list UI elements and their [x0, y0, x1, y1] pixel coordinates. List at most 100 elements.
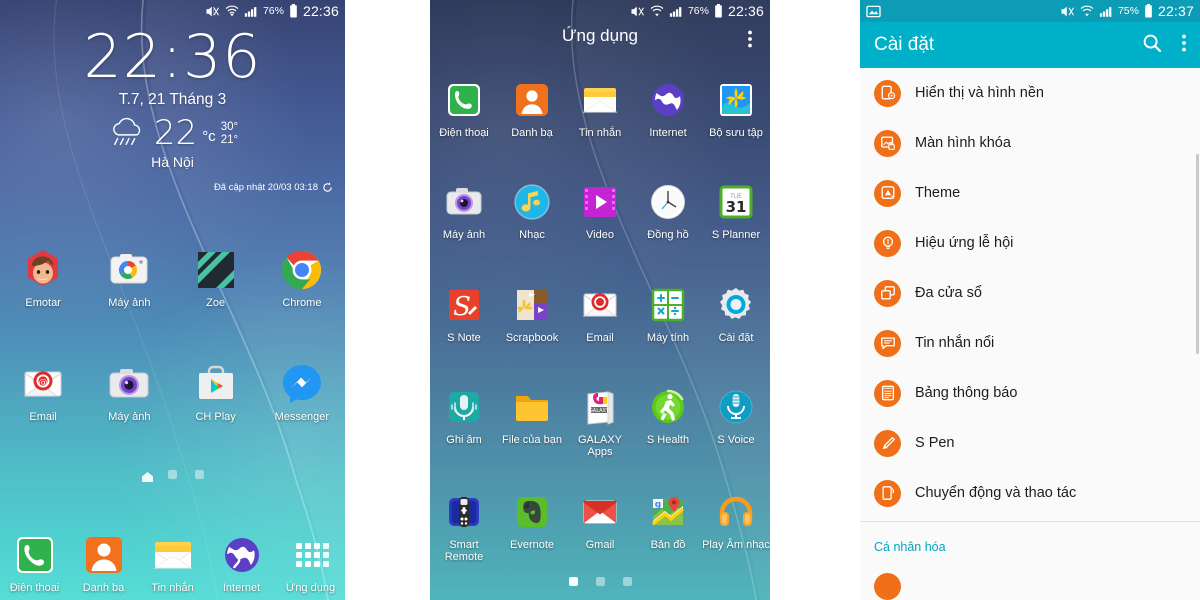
zoe-icon	[194, 248, 238, 292]
dock-app-contacts[interactable]: Danh bạ	[69, 533, 138, 594]
drawer-app-music[interactable]: Nhạc	[498, 180, 566, 241]
page-dot-active[interactable]	[568, 577, 578, 586]
drawer-app-maps[interactable]: g Bản đồ	[634, 490, 702, 563]
drawer-app-gmail[interactable]: Gmail	[566, 490, 634, 563]
action-bar-icons	[1142, 33, 1186, 58]
settings-action-bar: Cài đặt	[860, 22, 1200, 68]
home-app-chrome[interactable]: Chrome	[259, 248, 345, 309]
settings-item-label: S Pen	[915, 435, 955, 451]
drawer-app-messages[interactable]: Tin nhắn	[566, 78, 634, 139]
app-label: Tin nhắn	[578, 127, 622, 139]
dock-app-apps[interactable]: Ứng dụng	[276, 533, 345, 594]
home-dock: Điện thoại Danh bạ Tin nhắn Internet Ứng…	[0, 533, 345, 594]
drawer-app-email[interactable]: Email	[566, 283, 634, 344]
drawer-app-s-health[interactable]: S Health	[634, 385, 702, 458]
camera-icon	[107, 362, 151, 406]
settings-item-lock-screen[interactable]: Màn hình khóa	[860, 118, 1200, 168]
home-indicator-icon[interactable]	[141, 470, 153, 482]
page-dot[interactable]	[595, 577, 605, 586]
settings-item-label: Tin nhắn nổi	[915, 335, 995, 351]
settings-item-display-wallpaper[interactable]: Hiển thị và hình nền	[860, 68, 1200, 118]
settings-item-notification-panel[interactable]: Bảng thông báo	[860, 368, 1200, 418]
app-label: Máy ảnh	[108, 411, 151, 423]
drawer-app-clock[interactable]: Đồng hồ	[634, 180, 702, 241]
drawer-app-camera[interactable]: Máy ảnh	[430, 180, 498, 241]
internet-icon	[220, 533, 264, 577]
drawer-app-smart-remote[interactable]: Smart Remote	[430, 490, 498, 563]
app-label: Video	[586, 229, 614, 241]
home-app-play-store[interactable]: CH Play	[173, 362, 259, 423]
settings-item-theme[interactable]: Theme	[860, 168, 1200, 218]
drawer-app-settings[interactable]: Cài đặt	[702, 283, 770, 344]
app-label: Emotar	[25, 297, 61, 309]
drawer-app-phone[interactable]: Điện thoại	[430, 78, 498, 139]
signal-icon	[244, 5, 258, 18]
drawer-app-s-planner[interactable]: TUE 31 S Planner	[702, 180, 770, 241]
clock-weather-widget[interactable]: 22:36 T.7, 21 Tháng 3 22 °c 30° 21° Hà N…	[0, 24, 345, 193]
status-bar: 75% 22:37	[860, 0, 1200, 22]
drawer-app-my-files[interactable]: File của bạn	[498, 385, 566, 458]
drawer-app-s-voice[interactable]: S Voice	[702, 385, 770, 458]
settings-item-s-pen[interactable]: S Pen	[860, 418, 1200, 468]
dock-app-internet[interactable]: Internet	[207, 533, 276, 594]
s-health-icon	[646, 385, 690, 429]
overflow-menu-icon[interactable]	[748, 30, 752, 53]
page-title: Cài đặt	[874, 34, 935, 55]
wifi-icon	[225, 5, 239, 18]
status-bar-right: 76% 22:36	[630, 3, 764, 19]
app-label: Bản đồ	[650, 539, 686, 551]
drawer-app-gallery[interactable]: Bộ sưu tập	[702, 78, 770, 139]
status-bar-clock: 22:36	[302, 3, 339, 19]
home-page-indicator[interactable]	[0, 470, 345, 482]
display-wallpaper-icon	[874, 79, 901, 107]
smart-remote-icon	[442, 490, 486, 534]
apps-grid-icon	[289, 533, 333, 577]
settings-item-multi-window[interactable]: Đa cửa sổ	[860, 268, 1200, 318]
page-dot[interactable]	[168, 470, 177, 479]
settings-item-partial[interactable]	[860, 564, 1200, 600]
home-app-zoe[interactable]: Zoe	[173, 248, 259, 309]
page-dot[interactable]	[622, 577, 632, 586]
settings-item-floating-message[interactable]: Tin nhắn nổi	[860, 318, 1200, 368]
drawer-app-voice-recorder[interactable]: Ghi âm	[430, 385, 498, 458]
refresh-icon[interactable]	[322, 182, 333, 193]
drawer-app-video[interactable]: Video	[566, 180, 634, 241]
galaxy-apps-icon: GALAXY	[578, 385, 622, 429]
app-label: Điện thoại	[9, 582, 60, 594]
drawer-page-indicator[interactable]	[430, 577, 770, 586]
dock-app-messages[interactable]: Tin nhắn	[138, 533, 207, 594]
app-label: Bộ sưu tập	[709, 127, 763, 139]
battery-percent: 75%	[1117, 5, 1139, 17]
dock-app-phone[interactable]: Điện thoại	[0, 533, 69, 594]
clock-icon	[646, 180, 690, 224]
home-app-camera[interactable]: Máy ảnh	[86, 362, 172, 423]
settings-item-festive-effect[interactable]: Hiệu ứng lễ hội	[860, 218, 1200, 268]
home-app-email[interactable]: @ Email	[0, 362, 86, 423]
drawer-app-galaxy-apps[interactable]: GALAXY GALAXY Apps	[566, 385, 634, 458]
home-app-emotar[interactable]: Emotar	[0, 248, 86, 309]
drawer-app-calculator[interactable]: Máy tính	[634, 283, 702, 344]
home-app-google-camera[interactable]: Máy ảnh	[86, 248, 172, 309]
screenshot-stage: 76% 22:36 22:36 T.7, 21 Tháng 3 22 °c 30…	[0, 0, 1200, 600]
drawer-app-evernote[interactable]: Evernote	[498, 490, 566, 563]
settings-item-label: Hiển thị và hình nền	[915, 85, 1044, 101]
drawer-app-internet[interactable]: Internet	[634, 78, 702, 139]
drawer-app-scrapbook[interactable]: Scrapbook	[498, 283, 566, 344]
drawer-app-row-1: Điện thoại Danh bạ Tin nhắn Internet Bộ …	[430, 78, 770, 139]
settings-scrollbar[interactable]	[1196, 154, 1199, 354]
settings-item-motions-gestures[interactable]: Chuyển động và thao tác	[860, 468, 1200, 518]
app-label: Internet	[649, 127, 687, 139]
settings-list[interactable]: Hiển thị và hình nền Màn hình khóa Theme…	[860, 68, 1200, 600]
overflow-menu-icon[interactable]	[1182, 34, 1186, 57]
app-label: Đồng hồ	[647, 229, 689, 241]
drawer-app-s-note[interactable]: S S Note	[430, 283, 498, 344]
page-dot[interactable]	[195, 470, 204, 479]
drawer-app-contacts[interactable]: Danh bạ	[498, 78, 566, 139]
drawer-app-play-music[interactable]: Play Âm nhạc	[702, 490, 770, 563]
home-app-row-1: Emotar Máy ảnh Zoe Chrome	[0, 248, 345, 309]
evernote-icon	[510, 490, 554, 534]
svg-text:GALAXY: GALAXY	[589, 408, 610, 414]
wifi-icon	[1080, 5, 1094, 18]
search-icon[interactable]	[1142, 33, 1162, 58]
home-app-messenger[interactable]: Messenger	[259, 362, 345, 423]
